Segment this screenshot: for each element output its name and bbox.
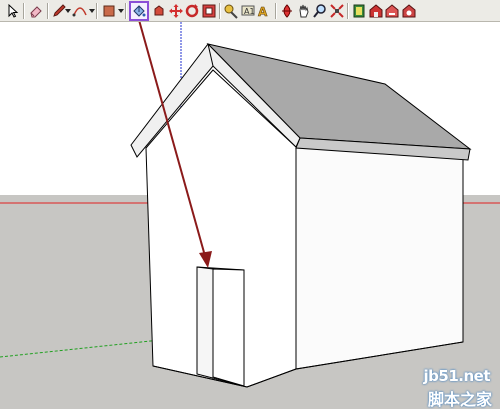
svg-text:A1: A1 — [244, 7, 255, 16]
warehouse-icon[interactable] — [368, 3, 384, 19]
components-icon[interactable] — [351, 3, 367, 19]
offset-icon[interactable] — [201, 3, 217, 19]
house-side-wall — [295, 146, 464, 370]
move-icon[interactable] — [168, 3, 184, 19]
text-icon[interactable]: A1 — [240, 3, 256, 19]
paint-bucket-icon[interactable] — [129, 1, 149, 21]
watermark: jb51.net 脚本之家 — [404, 365, 496, 409]
chevron-down-icon[interactable] — [89, 9, 95, 13]
chevron-down-icon[interactable] — [118, 9, 124, 13]
chevron-down-icon[interactable] — [65, 9, 71, 13]
svg-text:A: A — [258, 5, 268, 19]
orbit-icon[interactable] — [279, 3, 295, 19]
push-pull-icon[interactable] — [151, 3, 167, 19]
extension-icon[interactable] — [401, 3, 417, 19]
toolbar: A1 A — [0, 0, 500, 22]
tape-measure-icon[interactable] — [223, 3, 239, 19]
rotate-icon[interactable] — [184, 3, 200, 19]
watermark-site: 脚本之家 — [427, 390, 492, 409]
zoom-extents-icon[interactable] — [329, 3, 345, 19]
watermark-url: jb51.net — [423, 367, 491, 385]
paint-icon[interactable]: A — [257, 3, 273, 19]
rectangle-icon[interactable] — [101, 3, 117, 19]
pan-icon[interactable] — [296, 3, 312, 19]
arrow-cursor-icon[interactable] — [4, 3, 20, 19]
modeling-viewport[interactable] — [0, 22, 500, 409]
eraser-icon[interactable] — [28, 3, 44, 19]
arc-icon[interactable] — [72, 3, 88, 19]
door-panel — [212, 268, 245, 387]
share-model-icon[interactable] — [384, 3, 400, 19]
zoom-icon[interactable] — [312, 3, 328, 19]
